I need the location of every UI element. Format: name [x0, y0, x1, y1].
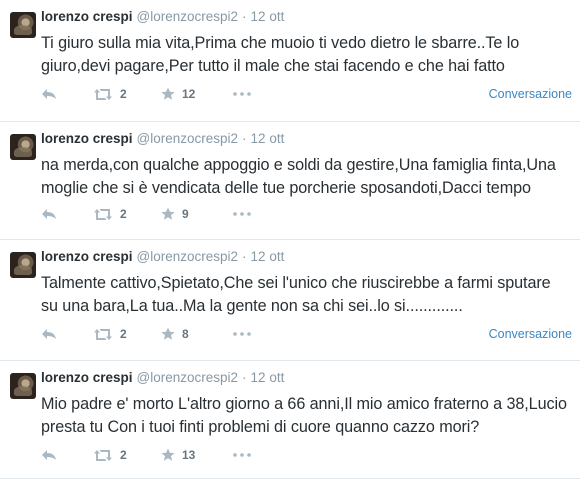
- star-icon: [161, 87, 175, 100]
- more-dots-icon: [233, 332, 251, 336]
- tweet-header: lorenzo crespi @lorenzocrespi2 · 12 ott: [41, 369, 572, 387]
- more-button[interactable]: [233, 92, 251, 96]
- retweet-count: 2: [120, 327, 127, 341]
- conversation-link[interactable]: Conversazione: [489, 87, 572, 101]
- fullname[interactable]: lorenzo crespi: [41, 370, 133, 385]
- timestamp[interactable]: 12 ott: [251, 249, 285, 264]
- tweet-text: Talmente cattivo,Spietato,Che sei l'unic…: [41, 272, 572, 318]
- favorite-button[interactable]: 9: [161, 207, 189, 221]
- favorite-count: 13: [182, 448, 196, 462]
- star-icon: [161, 327, 175, 340]
- tweet-text-line: na merda,con qualche appoggio e soldi da…: [41, 156, 556, 174]
- more-dots-icon: [233, 212, 251, 216]
- fullname[interactable]: lorenzo crespi: [41, 9, 133, 24]
- retweet-count: 2: [120, 207, 127, 221]
- retweet-count: 2: [120, 448, 127, 462]
- favorite-button[interactable]: 8: [161, 327, 189, 341]
- username[interactable]: @lorenzocrespi2: [137, 131, 239, 146]
- tweet[interactable]: lorenzo crespi @lorenzocrespi2 · 12 ott Tal…: [0, 240, 580, 361]
- reply-icon: [42, 329, 56, 339]
- retweet-icon: [94, 449, 112, 461]
- tweet-text-line: su una bara,La tua..Ma la gente non sa c…: [41, 297, 463, 315]
- tweet-header: lorenzo crespi @lorenzocrespi2 · 12 ott: [41, 248, 572, 266]
- conversation-link[interactable]: Conversazione: [489, 327, 572, 341]
- more-button[interactable]: [233, 332, 251, 336]
- tweet-text: na merda,con qualche appoggio e soldi da…: [41, 154, 572, 200]
- tweet-content: lorenzo crespi @lorenzocrespi2 · 12 ott Mio…: [41, 369, 572, 462]
- tweet-text: Mio padre e' morto L'altro giorno a 66 a…: [41, 393, 572, 439]
- avatar[interactable]: [10, 134, 36, 160]
- retweet-button[interactable]: 2: [93, 87, 127, 101]
- favorite-button[interactable]: 12: [161, 87, 195, 101]
- tweet[interactable]: lorenzo crespi @lorenzocrespi2 · 12 ott na …: [0, 122, 580, 240]
- separator: ·: [242, 131, 247, 146]
- star-icon: [161, 207, 175, 220]
- favorite-count: 8: [182, 327, 189, 341]
- avatar[interactable]: [10, 12, 36, 38]
- retweet-icon: [94, 328, 112, 340]
- more-button[interactable]: [233, 453, 251, 457]
- timestamp[interactable]: 12 ott: [251, 370, 285, 385]
- username[interactable]: @lorenzocrespi2: [137, 249, 239, 264]
- tweet-text-line: presta tu Con i tuoi finti problemi di c…: [41, 418, 480, 436]
- tweet-text-line: Ti giuro sulla mia vita,Prima che muoio …: [41, 34, 520, 52]
- reply-button[interactable]: [41, 208, 57, 220]
- reply-button[interactable]: [41, 328, 57, 340]
- retweet-button[interactable]: 2: [93, 448, 127, 462]
- username[interactable]: @lorenzocrespi2: [137, 9, 239, 24]
- tweet-text-line: Talmente cattivo,Spietato,Che sei l'unic…: [41, 274, 551, 292]
- tweet-text-line: giuro,devi pagare,Per tutto il male che …: [41, 57, 505, 75]
- separator: ·: [242, 9, 247, 24]
- avatar[interactable]: [10, 373, 36, 399]
- username[interactable]: @lorenzocrespi2: [137, 370, 239, 385]
- tweet-header: lorenzo crespi @lorenzocrespi2 · 12 ott: [41, 8, 572, 26]
- separator: ·: [242, 370, 247, 385]
- more-button[interactable]: [233, 212, 251, 216]
- retweet-count: 2: [120, 87, 127, 101]
- timestamp[interactable]: 12 ott: [251, 9, 285, 24]
- tweet-actions: 2 9: [41, 204, 572, 224]
- retweet-button[interactable]: 2: [93, 327, 127, 341]
- reply-button[interactable]: [41, 88, 57, 100]
- retweet-icon: [94, 208, 112, 220]
- tweet-header: lorenzo crespi @lorenzocrespi2 · 12 ott: [41, 130, 572, 148]
- tweet-actions: 2 12 Conversazione: [41, 84, 572, 104]
- tweet-text-line: moglie che si è vendicata delle tue porc…: [41, 179, 531, 197]
- timeline: lorenzo crespi @lorenzocrespi2 · 12 ott Ti …: [0, 0, 580, 479]
- favorite-button[interactable]: 13: [161, 448, 195, 462]
- tweet-actions: 2 13: [41, 445, 572, 465]
- more-dots-icon: [233, 453, 251, 457]
- favorite-count: 12: [182, 87, 196, 101]
- reply-icon: [42, 209, 56, 219]
- favorite-count: 9: [182, 207, 189, 221]
- timestamp[interactable]: 12 ott: [251, 131, 285, 146]
- fullname[interactable]: lorenzo crespi: [41, 249, 133, 264]
- tweet[interactable]: lorenzo crespi @lorenzocrespi2 · 12 ott Ti …: [0, 0, 580, 122]
- retweet-icon: [94, 88, 112, 100]
- avatar[interactable]: [10, 252, 36, 278]
- star-icon: [161, 448, 175, 461]
- tweet-content: lorenzo crespi @lorenzocrespi2 · 12 ott Ti …: [41, 8, 572, 101]
- reply-icon: [42, 450, 56, 460]
- tweet-content: lorenzo crespi @lorenzocrespi2 · 12 ott na …: [41, 130, 572, 221]
- tweet[interactable]: lorenzo crespi @lorenzocrespi2 · 12 ott Mio…: [0, 361, 580, 479]
- tweet-text-line: Mio padre e' morto L'altro giorno a 66 a…: [41, 395, 567, 413]
- separator: ·: [242, 249, 247, 264]
- retweet-button[interactable]: 2: [93, 207, 127, 221]
- tweet-actions: 2 8 Conversazione: [41, 324, 572, 344]
- fullname[interactable]: lorenzo crespi: [41, 131, 133, 146]
- tweet-content: lorenzo crespi @lorenzocrespi2 · 12 ott Tal…: [41, 248, 572, 341]
- more-dots-icon: [233, 92, 251, 96]
- reply-icon: [42, 89, 56, 99]
- tweet-text: Ti giuro sulla mia vita,Prima che muoio …: [41, 32, 572, 78]
- reply-button[interactable]: [41, 449, 57, 461]
